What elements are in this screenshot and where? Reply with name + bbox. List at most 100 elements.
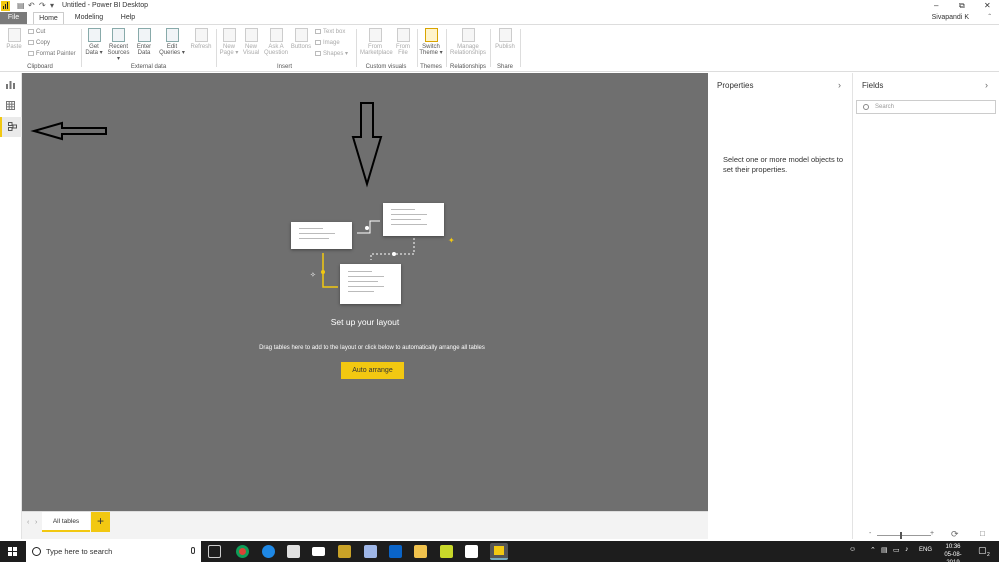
layout-illustration: ✦ ✧ xyxy=(290,201,460,311)
microphone-icon[interactable] xyxy=(191,547,195,554)
paint-app-icon[interactable] xyxy=(440,545,453,558)
properties-empty-message: Select one or more model objects to set … xyxy=(723,155,844,174)
ribbon-separator xyxy=(216,29,217,67)
next-page-icon[interactable]: › xyxy=(35,519,37,526)
recent-sources-button[interactable]: Recent Sources ▾ xyxy=(106,28,131,62)
undo-icon[interactable]: ↶ xyxy=(28,1,35,11)
cortana-icon xyxy=(32,547,41,556)
external-data-group-label: External data xyxy=(130,64,167,70)
svg-text:✧: ✧ xyxy=(310,271,316,279)
collapse-ribbon-icon[interactable]: ˆ xyxy=(988,13,991,22)
ask-question-button[interactable]: Ask A Question xyxy=(263,28,289,56)
from-file-button[interactable]: From File xyxy=(393,28,413,56)
new-visual-button[interactable]: New Visual xyxy=(241,28,261,56)
add-page-button[interactable]: + xyxy=(91,512,110,532)
file-explorer-icon[interactable] xyxy=(414,545,427,558)
save-icon[interactable]: ▤ xyxy=(17,1,25,11)
fit-to-page-icon[interactable]: ⟳ xyxy=(951,529,959,540)
zoom-out-icon[interactable]: - xyxy=(869,530,871,537)
relationships-icon xyxy=(461,28,475,42)
clock-icon xyxy=(112,28,125,42)
zoom-in-icon[interactable]: + xyxy=(930,530,934,537)
auto-arrange-button[interactable]: Auto arrange xyxy=(341,362,404,379)
get-data-button[interactable]: Get Data ▾ xyxy=(84,28,104,56)
model-canvas[interactable]: ✦ ✧ Set up your layout Drag tables here … xyxy=(22,73,708,511)
data-view-button[interactable] xyxy=(0,96,22,116)
left-arrow-icon xyxy=(30,121,107,141)
restore-icon[interactable]: ⧉ xyxy=(959,1,965,11)
tab-file[interactable]: File xyxy=(0,12,27,24)
copy-button[interactable]: Copy xyxy=(28,40,50,47)
chevron-right-icon[interactable]: › xyxy=(985,80,988,90)
edge-icon[interactable] xyxy=(262,545,275,558)
from-marketplace-button[interactable]: From Marketplace xyxy=(360,28,393,56)
store-icon[interactable] xyxy=(287,545,300,558)
search-icon xyxy=(863,104,869,110)
text-box-button[interactable]: Text box xyxy=(315,29,345,36)
taskbar-search-box[interactable]: Type here to search xyxy=(26,541,201,562)
previous-page-icon[interactable]: ‹ xyxy=(27,519,29,526)
outlook-icon[interactable] xyxy=(389,545,402,558)
cut-button[interactable]: Cut xyxy=(28,29,45,36)
new-page-icon xyxy=(222,28,236,42)
zoom-slider-thumb[interactable] xyxy=(900,532,902,539)
paste-button[interactable]: Paste xyxy=(4,28,24,50)
task-view-icon[interactable] xyxy=(208,545,221,558)
document-app-icon[interactable] xyxy=(364,545,377,558)
manage-relationships-button[interactable]: Manage Relationships xyxy=(449,28,487,56)
report-view-button[interactable] xyxy=(0,75,22,95)
notification-center-icon[interactable]: ▢ xyxy=(978,545,987,556)
redo-icon[interactable]: ↷ xyxy=(39,1,46,11)
language-indicator[interactable]: ENG xyxy=(919,547,932,553)
format-painter-button[interactable]: Format Painter xyxy=(28,51,76,58)
show-hidden-icons-icon[interactable]: ⌃ xyxy=(870,546,876,554)
system-clock[interactable]: 10:36 05-08-2019 xyxy=(938,543,968,562)
publish-button[interactable]: Publish xyxy=(493,28,517,50)
people-icon[interactable]: ☺ xyxy=(849,546,856,553)
sticky-app-icon[interactable] xyxy=(338,545,351,558)
app-icon[interactable] xyxy=(465,545,478,558)
user-name[interactable]: Sivapandi K xyxy=(932,14,969,21)
refresh-button[interactable]: Refresh xyxy=(190,28,212,50)
share-group-label: Share xyxy=(496,64,513,70)
shapes-button[interactable]: Shapes ▾ xyxy=(315,51,348,58)
tab-modeling[interactable]: Modeling xyxy=(70,12,108,24)
network-icon[interactable]: ▤ xyxy=(881,546,888,554)
table-card xyxy=(291,222,352,249)
publish-icon xyxy=(498,28,512,42)
chrome-icon[interactable] xyxy=(236,545,249,558)
windows-start-icon[interactable] xyxy=(8,547,17,556)
enter-data-button[interactable]: Enter Data xyxy=(134,28,154,56)
page-tab-all-tables[interactable]: All tables xyxy=(42,512,90,532)
fit-view-icon[interactable]: □ xyxy=(980,529,985,538)
ribbon-separator xyxy=(356,29,357,67)
copy-icon xyxy=(28,40,34,45)
zoom-slider-track[interactable] xyxy=(877,535,931,536)
refresh-icon xyxy=(194,28,208,42)
mail-icon[interactable] xyxy=(312,547,325,556)
fields-search-input[interactable]: Search xyxy=(856,100,996,114)
volume-icon[interactable]: ♪ xyxy=(905,546,909,553)
setup-layout-heading: Set up your layout xyxy=(330,317,400,327)
power-bi-taskbar-icon[interactable] xyxy=(490,543,508,560)
relationships-group-label: Relationships xyxy=(449,64,487,70)
buttons-button[interactable]: Buttons xyxy=(290,28,312,50)
model-view-button[interactable] xyxy=(0,117,22,137)
fields-title: Fields xyxy=(862,81,884,90)
text-box-icon xyxy=(315,29,321,34)
image-button[interactable]: Image xyxy=(315,40,340,47)
table-icon xyxy=(137,28,151,42)
customize-toolbar-icon[interactable]: ▾ xyxy=(50,1,54,11)
close-icon[interactable]: ✕ xyxy=(984,1,991,11)
chart-icon xyxy=(244,28,258,42)
new-page-button[interactable]: New Page ▾ xyxy=(219,28,239,56)
tab-help[interactable]: Help xyxy=(114,12,142,24)
edit-queries-button[interactable]: Edit Queries ▾ xyxy=(158,28,186,56)
chevron-right-icon[interactable]: › xyxy=(838,80,841,90)
button-shape-icon xyxy=(294,28,308,42)
bar-chart-icon xyxy=(6,81,15,89)
battery-icon[interactable]: ▭ xyxy=(893,546,900,554)
switch-theme-button[interactable]: Switch Theme ▾ xyxy=(419,28,443,56)
minimize-icon[interactable]: – xyxy=(934,1,938,11)
tab-home[interactable]: Home xyxy=(33,12,64,24)
